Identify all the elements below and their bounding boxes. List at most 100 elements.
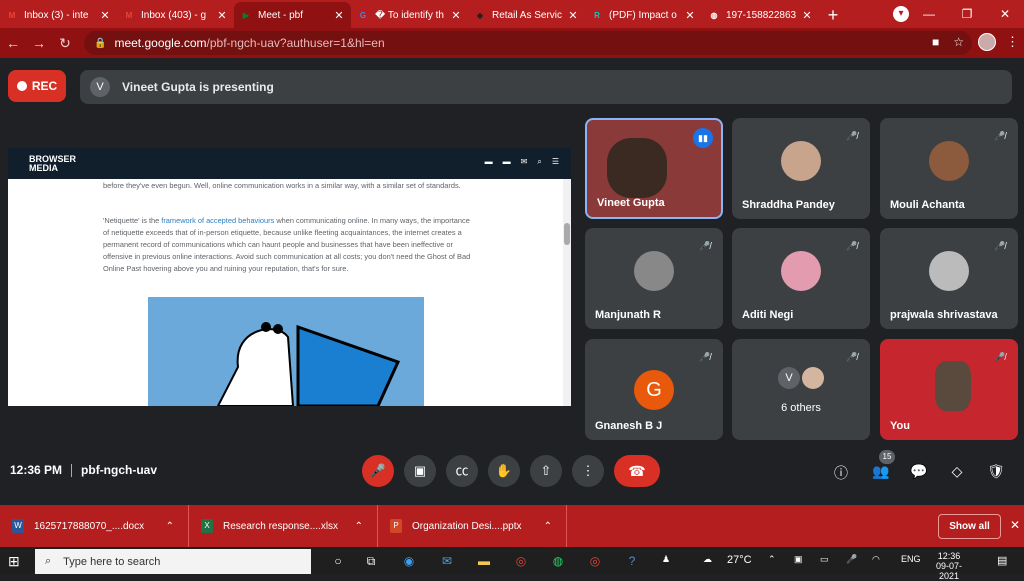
participant-tile[interactable]: V 🎤̸ 6 others xyxy=(732,339,870,440)
weather-icon[interactable]: ☁ xyxy=(703,554,712,565)
language-indicator[interactable]: ENG xyxy=(901,554,921,564)
shared-screen: BROWSER MEDIA ▬ ▬ ✉ ⌕ ☰ before they've ev… xyxy=(8,148,571,406)
chevron-up-icon[interactable]: ⌃ xyxy=(768,554,776,565)
raise-hand-button[interactable]: ✋ xyxy=(488,455,520,487)
camera-button[interactable]: ▣ xyxy=(404,455,436,487)
participant-tile[interactable]: 🎤̸ Manjunath R xyxy=(585,228,723,329)
more-options-button[interactable]: ⋮ xyxy=(572,455,604,487)
close-tab-icon[interactable]: ✕ xyxy=(450,9,462,22)
wifi-icon[interactable]: ◠ xyxy=(872,554,880,565)
participant-tile[interactable]: 🎤̸ Shraddha Pandey xyxy=(732,118,870,219)
browser-tab[interactable]: ▶ Meet - pbf ✕ xyxy=(234,2,351,28)
tab-title: Inbox (3) - inte xyxy=(24,9,89,21)
search-icon[interactable]: ⌕ xyxy=(537,157,541,167)
taskbar-search[interactable]: ⌕ Type here to search xyxy=(35,549,311,574)
gmail-icon: M xyxy=(8,10,16,20)
weather-temp[interactable]: 27°C xyxy=(727,554,752,566)
recording-badge[interactable]: REC xyxy=(8,70,66,102)
end-call-button[interactable]: ☎ xyxy=(614,455,660,487)
browser-menu-icon[interactable]: ⋮ xyxy=(1006,34,1019,50)
camera-icon[interactable]: ■ xyxy=(932,35,939,49)
people-icon[interactable]: 👥 xyxy=(870,463,892,480)
chevron-up-icon[interactable]: ⌃ xyxy=(544,521,552,532)
browser-tab[interactable]: ◆ Retail As Servic ✕ xyxy=(468,2,585,28)
info-icon[interactable]: ⓘ xyxy=(830,463,852,483)
minimize-icon[interactable]: — xyxy=(910,7,948,21)
close-tab-icon[interactable]: ✕ xyxy=(99,9,111,22)
scrollbar[interactable] xyxy=(563,179,571,406)
tab-search-icon[interactable]: ▾ xyxy=(893,6,909,22)
back-icon[interactable]: ← xyxy=(0,35,26,51)
address-bar[interactable]: 🔒 meet.google.com/pbf-ngch-uav?authuser=… xyxy=(84,31,972,55)
browser-tab[interactable]: G � To identify th ✕ xyxy=(351,2,468,28)
help-icon[interactable]: ? xyxy=(621,551,643,571)
gmail-icon: M xyxy=(125,10,133,20)
close-tab-icon[interactable]: ✕ xyxy=(216,9,228,22)
search-placeholder: Type here to search xyxy=(63,555,161,568)
flag-us-icon[interactable]: ▬ xyxy=(503,157,511,167)
close-tab-icon[interactable]: ✕ xyxy=(684,9,696,22)
microphone-icon[interactable]: 🎤 xyxy=(846,554,857,565)
task-view-icon[interactable]: ⧉ xyxy=(360,551,382,571)
browser-tab[interactable]: M Inbox (403) - g ✕ xyxy=(117,2,234,28)
new-tab-button[interactable]: + xyxy=(819,2,847,28)
profile-avatar[interactable] xyxy=(978,33,996,51)
file-explorer-icon[interactable]: ▬ xyxy=(473,551,495,571)
chevron-up-icon[interactable]: ⌃ xyxy=(355,521,363,532)
close-window-icon[interactable]: ✕ xyxy=(986,7,1024,21)
article-link[interactable]: framework of accepted behaviours xyxy=(161,216,274,225)
battery-icon[interactable]: ▭ xyxy=(820,554,829,565)
chrome-active-icon[interactable]: ◎ xyxy=(584,551,606,571)
presenting-text: Vineet Gupta is presenting xyxy=(122,80,274,94)
participant-tile[interactable]: 🎤̸ You xyxy=(880,339,1018,440)
notifications-icon[interactable]: ▤ xyxy=(997,554,1007,567)
browser-tab[interactable]: R (PDF) Impact o ✕ xyxy=(585,2,702,28)
people-tray-icon[interactable]: ♟ xyxy=(662,554,670,565)
speaking-icon: ▮▮ xyxy=(693,128,713,148)
flag-uk-icon[interactable]: ▬ xyxy=(485,157,493,167)
close-tab-icon[interactable]: ✕ xyxy=(801,9,813,22)
participant-name: Aditi Negi xyxy=(742,309,794,321)
forward-icon[interactable]: → xyxy=(26,35,52,51)
rec-label: REC xyxy=(31,79,58,93)
taskbar-clock[interactable]: 12:36 09-07-2021 xyxy=(929,551,969,581)
participant-tile[interactable]: 🎤̸ Mouli Achanta xyxy=(880,118,1018,219)
mic-muted-icon: 🎤̸ xyxy=(994,241,1006,251)
download-item[interactable]: X Research response....xlsx ⌃ xyxy=(189,505,378,547)
close-tab-icon[interactable]: ✕ xyxy=(567,9,579,22)
chat-icon[interactable]: 💬 xyxy=(908,463,930,480)
download-item[interactable]: P Organization Desi....pptx ⌃ xyxy=(378,505,567,547)
whatsapp-icon[interactable]: ◍ xyxy=(547,551,569,571)
globe-icon: ◍ xyxy=(710,10,718,20)
close-tab-icon[interactable]: ✕ xyxy=(333,9,345,22)
mic-off-button[interactable]: 🎤 xyxy=(362,455,394,487)
cortana-icon[interactable]: ○ xyxy=(327,551,349,571)
browser-tab[interactable]: ◍ 197-158822863 ✕ xyxy=(702,2,819,28)
show-all-button[interactable]: Show all xyxy=(938,514,1001,539)
restore-icon[interactable]: ❐ xyxy=(948,7,986,21)
tab-title: (PDF) Impact o xyxy=(609,9,677,21)
edge-icon[interactable]: ◉ xyxy=(398,551,420,571)
activities-icon[interactable]: ◇ xyxy=(946,463,968,480)
present-button[interactable]: ⇧ xyxy=(530,455,562,487)
tray-app-icon[interactable]: ▣ xyxy=(794,554,803,565)
browser-tab[interactable]: M Inbox (3) - inte ✕ xyxy=(0,2,117,28)
participant-tile[interactable]: ▮▮ Vineet Gupta xyxy=(585,118,723,219)
close-download-bar-icon[interactable]: ✕ xyxy=(1010,518,1020,532)
bookmark-star-icon[interactable]: ☆ xyxy=(953,35,964,49)
participant-avatar xyxy=(802,367,824,389)
participant-tile[interactable]: G 🎤̸ Gnanesh B J xyxy=(585,339,723,440)
chrome-icon[interactable]: ◎ xyxy=(510,551,532,571)
mail-app-icon[interactable]: ✉ xyxy=(436,551,458,571)
participant-tile[interactable]: 🎤̸ prajwala shrivastava xyxy=(880,228,1018,329)
reload-icon[interactable]: ↻ xyxy=(52,35,78,52)
captions-button[interactable]: ㏄ xyxy=(446,455,478,487)
hamburger-icon[interactable]: ☰ xyxy=(552,157,559,167)
others-avatars: V xyxy=(778,367,824,389)
participant-tile[interactable]: 🎤̸ Aditi Negi xyxy=(732,228,870,329)
chevron-up-icon[interactable]: ⌃ xyxy=(166,521,174,532)
windows-start-icon[interactable]: ⊞ xyxy=(8,553,20,570)
download-item[interactable]: W 1625717888070_....docx ⌃ xyxy=(0,505,189,547)
host-controls-icon[interactable]: 🛡 xyxy=(985,463,1007,480)
mail-icon[interactable]: ✉ xyxy=(521,157,528,167)
